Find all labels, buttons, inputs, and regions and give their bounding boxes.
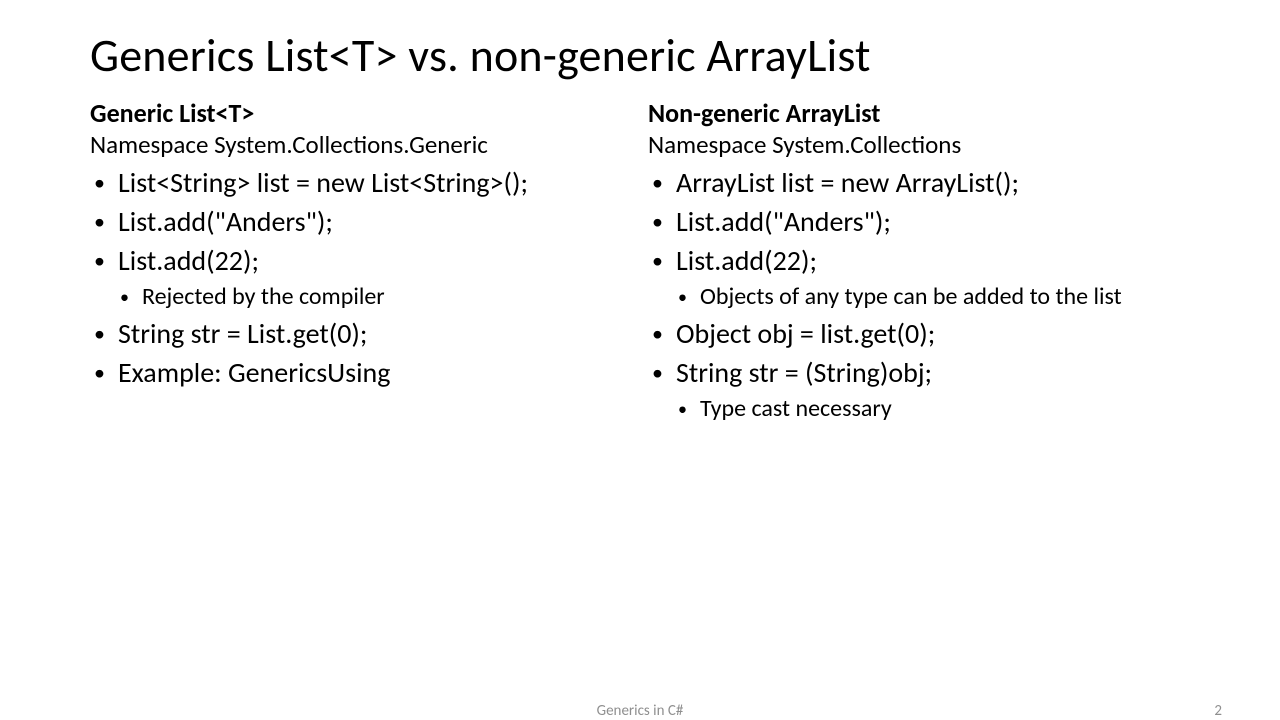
right-sublist: Objects of any type can be added to the … [648, 282, 1190, 312]
left-column: Generic List<T> Namespace System.Collect… [90, 97, 632, 426]
two-column-layout: Generic List<T> Namespace System.Collect… [90, 97, 1190, 426]
footer-title: Generics in C# [597, 702, 684, 720]
left-namespace: Namespace System.Collections.Generic [90, 129, 632, 160]
left-sublist: Rejected by the compiler [90, 282, 632, 312]
right-sublist-2: Type cast necessary [648, 394, 1190, 424]
list-item: Example: GenericsUsing [90, 355, 632, 390]
right-namespace: Namespace System.Collections [648, 129, 1190, 160]
list-item: String str = (String)obj; [648, 355, 1190, 390]
list-item: List.add("Anders"); [648, 204, 1190, 239]
list-item: List<String> list = new List<String>(); [90, 165, 632, 200]
right-list: ArrayList list = new ArrayList(); List.a… [648, 165, 1190, 424]
left-list: List<String> list = new List<String>(); … [90, 165, 632, 390]
left-heading: Generic List<T> [90, 97, 632, 130]
list-item: ArrayList list = new ArrayList(); [648, 165, 1190, 200]
list-item: List.add(22); [648, 243, 1190, 278]
list-item: Object obj = list.get(0); [648, 316, 1190, 351]
list-item: String str = List.get(0); [90, 316, 632, 351]
right-column: Non-generic ArrayList Namespace System.C… [648, 97, 1190, 426]
list-item: List.add(22); [90, 243, 632, 278]
list-item: Rejected by the compiler [90, 282, 632, 312]
page-number: 2 [1214, 702, 1222, 720]
list-item: Objects of any type can be added to the … [648, 282, 1190, 312]
slide-title: Generics List<T> vs. non-generic ArrayLi… [90, 30, 1190, 83]
right-heading: Non-generic ArrayList [648, 97, 1190, 130]
list-item: Type cast necessary [648, 394, 1190, 424]
list-item: List.add("Anders"); [90, 204, 632, 239]
